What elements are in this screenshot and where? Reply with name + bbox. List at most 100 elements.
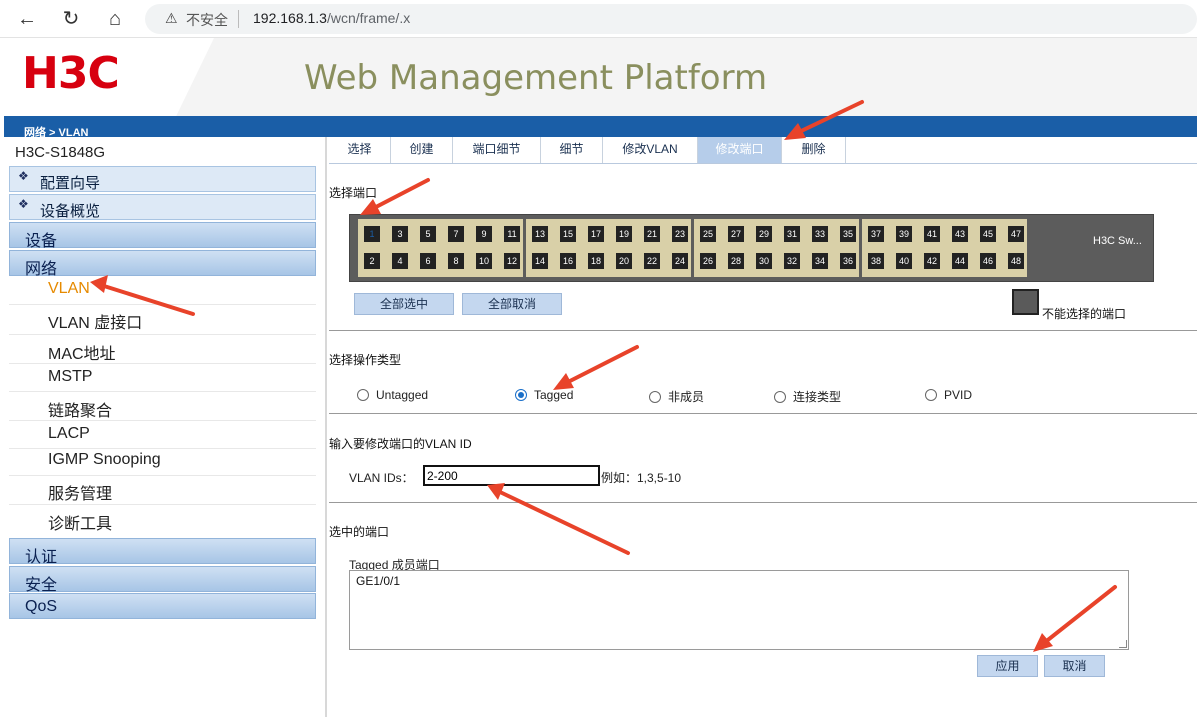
port-15[interactable]: 15 bbox=[558, 224, 578, 244]
sidebar-item-mac[interactable]: MAC地址 bbox=[48, 340, 116, 364]
sidebar-item-link-aggregation[interactable]: 链路聚合 bbox=[48, 397, 112, 421]
port-6[interactable]: 6 bbox=[418, 251, 438, 271]
tab-select[interactable]: 选择 bbox=[329, 137, 391, 163]
port-46[interactable]: 46 bbox=[978, 251, 998, 271]
radio-pvid[interactable]: PVID bbox=[925, 388, 972, 402]
tagged-members-textarea[interactable]: GE1/0/1 bbox=[349, 570, 1129, 650]
sidebar-item-overview[interactable]: ❖ 设备概览 bbox=[9, 194, 316, 220]
port-20[interactable]: 20 bbox=[614, 251, 634, 271]
sidebar-item-diagnostics[interactable]: 诊断工具 bbox=[48, 510, 112, 534]
sidebar-item-wizard[interactable]: ❖ 配置向导 bbox=[9, 166, 316, 192]
sidebar-item-lacp[interactable]: LACP bbox=[48, 425, 90, 443]
port-36[interactable]: 36 bbox=[838, 251, 858, 271]
radio-link-type[interactable]: 连接类型 bbox=[774, 388, 841, 405]
radio-non-member[interactable]: 非成员 bbox=[649, 388, 704, 405]
port-28[interactable]: 28 bbox=[726, 251, 746, 271]
deselect-all-button[interactable]: 全部取消 bbox=[462, 293, 562, 315]
category-label: 安全 bbox=[25, 577, 58, 594]
tab-create[interactable]: 创建 bbox=[391, 137, 453, 163]
port-23[interactable]: 23 bbox=[670, 224, 690, 244]
tab-detail[interactable]: 细节 bbox=[541, 137, 603, 163]
port-29[interactable]: 29 bbox=[754, 224, 774, 244]
port-21[interactable]: 21 bbox=[642, 224, 662, 244]
port-26[interactable]: 26 bbox=[698, 251, 718, 271]
url-text[interactable]: 192.168.1.3/wcn/frame/.x bbox=[253, 10, 410, 26]
sidebar-item-label: 设备概览 bbox=[40, 203, 101, 220]
port-5[interactable]: 5 bbox=[418, 224, 438, 244]
port-32[interactable]: 32 bbox=[782, 251, 802, 271]
port-40[interactable]: 40 bbox=[894, 251, 914, 271]
port-44[interactable]: 44 bbox=[950, 251, 970, 271]
port-12[interactable]: 12 bbox=[502, 251, 522, 271]
reload-icon[interactable]: ↻ bbox=[58, 6, 84, 32]
port-47[interactable]: 47 bbox=[1006, 224, 1026, 244]
resize-grip-icon[interactable] bbox=[1119, 640, 1127, 648]
port-9[interactable]: 9 bbox=[474, 224, 494, 244]
port-27[interactable]: 27 bbox=[726, 224, 746, 244]
port-24[interactable]: 24 bbox=[670, 251, 690, 271]
divider bbox=[9, 475, 316, 476]
device-name: H3C-S1848G bbox=[15, 144, 106, 161]
port-4[interactable]: 4 bbox=[390, 251, 410, 271]
port-13[interactable]: 13 bbox=[530, 224, 550, 244]
port-34[interactable]: 34 bbox=[810, 251, 830, 271]
radio-untagged[interactable]: Untagged bbox=[357, 388, 428, 402]
port-17[interactable]: 17 bbox=[586, 224, 606, 244]
port-42[interactable]: 42 bbox=[922, 251, 942, 271]
port-43[interactable]: 43 bbox=[950, 224, 970, 244]
select-all-button[interactable]: 全部选中 bbox=[354, 293, 454, 315]
radio-circle[interactable] bbox=[515, 389, 527, 401]
port-10[interactable]: 10 bbox=[474, 251, 494, 271]
port-11[interactable]: 11 bbox=[502, 224, 522, 244]
sidebar-category-auth[interactable]: 认证 bbox=[9, 538, 316, 566]
port-31[interactable]: 31 bbox=[782, 224, 802, 244]
cancel-button[interactable]: 取消 bbox=[1044, 655, 1105, 677]
port-1[interactable]: 1 bbox=[362, 224, 382, 244]
port-33[interactable]: 33 bbox=[810, 224, 830, 244]
port-25[interactable]: 25 bbox=[698, 224, 718, 244]
tab-port-detail[interactable]: 端口细节 bbox=[453, 137, 541, 163]
port-14[interactable]: 14 bbox=[530, 251, 550, 271]
sidebar-category-device[interactable]: 设备 bbox=[9, 222, 316, 250]
port-2[interactable]: 2 bbox=[362, 251, 382, 271]
warning-icon[interactable]: ⚠ bbox=[165, 10, 178, 27]
home-icon[interactable]: ⌂ bbox=[102, 6, 128, 32]
port-19[interactable]: 19 bbox=[614, 224, 634, 244]
port-45[interactable]: 45 bbox=[978, 224, 998, 244]
port-8[interactable]: 8 bbox=[446, 251, 466, 271]
port-41[interactable]: 41 bbox=[922, 224, 942, 244]
sidebar-category-qos[interactable]: QoS bbox=[9, 593, 316, 619]
radio-circle[interactable] bbox=[925, 389, 937, 401]
sidebar-item-vlan[interactable]: VLAN bbox=[48, 280, 90, 298]
port-39[interactable]: 39 bbox=[894, 224, 914, 244]
radio-tagged[interactable]: Tagged bbox=[515, 388, 573, 402]
sidebar-item-service-mgmt[interactable]: 服务管理 bbox=[48, 480, 112, 504]
port-7[interactable]: 7 bbox=[446, 224, 466, 244]
insecure-label[interactable]: 不安全 bbox=[186, 10, 228, 30]
sidebar-category-security[interactable]: 安全 bbox=[9, 566, 316, 594]
radio-circle[interactable] bbox=[357, 389, 369, 401]
logo-area: H3C bbox=[4, 38, 214, 116]
port-3[interactable]: 3 bbox=[390, 224, 410, 244]
port-16[interactable]: 16 bbox=[558, 251, 578, 271]
port-30[interactable]: 30 bbox=[754, 251, 774, 271]
sidebar-category-network[interactable]: 网络 bbox=[9, 250, 316, 278]
port-35[interactable]: 35 bbox=[838, 224, 858, 244]
tab-modify-port[interactable]: 修改端口 bbox=[698, 137, 782, 163]
radio-circle[interactable] bbox=[774, 391, 786, 403]
apply-button[interactable]: 应用 bbox=[977, 655, 1038, 677]
tab-modify-vlan[interactable]: 修改VLAN bbox=[603, 137, 698, 163]
port-37[interactable]: 37 bbox=[866, 224, 886, 244]
port-38[interactable]: 38 bbox=[866, 251, 886, 271]
back-icon[interactable]: ← bbox=[14, 6, 40, 32]
sidebar-item-mstp[interactable]: MSTP bbox=[48, 368, 92, 386]
sidebar-item-vlan-interface[interactable]: VLAN 虚接口 bbox=[48, 309, 142, 333]
port-48[interactable]: 48 bbox=[1006, 251, 1026, 271]
tab-delete[interactable]: 删除 bbox=[782, 137, 846, 163]
radio-circle[interactable] bbox=[649, 391, 661, 403]
switch-panel: 1 3 5 7 9 11 13 15 17 19 21 23 25 27 29 31 33 35 37 39 41 43 4… bbox=[349, 214, 1154, 282]
vlan-ids-input[interactable] bbox=[423, 465, 600, 486]
sidebar-item-igmp-snooping[interactable]: IGMP Snooping bbox=[48, 451, 161, 469]
port-22[interactable]: 22 bbox=[642, 251, 662, 271]
port-18[interactable]: 18 bbox=[586, 251, 606, 271]
